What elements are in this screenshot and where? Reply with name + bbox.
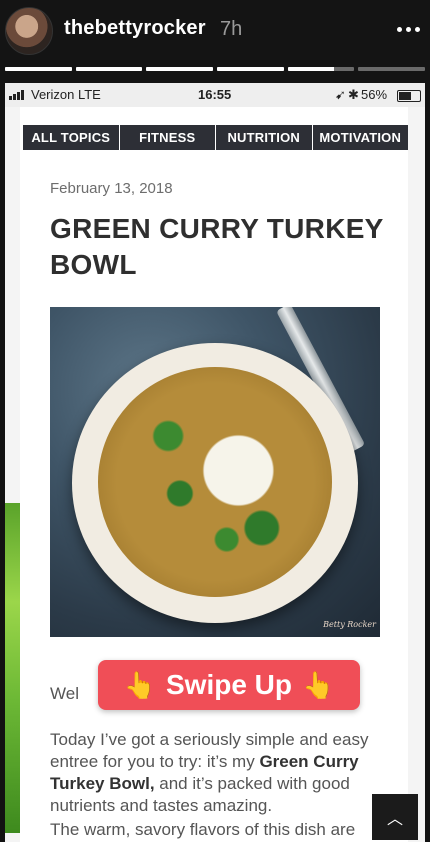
nav-menu: ALL TOPICS FITNESS NUTRITION MOTIVATION xyxy=(23,125,408,150)
status-bar: Verizon LTE 16:55 ➹ ✱ 56% xyxy=(5,83,425,107)
carrier: Verizon LTE xyxy=(31,87,101,102)
battery-icon xyxy=(397,90,421,102)
nav-nutrition[interactable]: NUTRITION xyxy=(216,125,313,150)
recipe-photo: Betty Rocker xyxy=(50,307,380,637)
nav-fitness[interactable]: FITNESS xyxy=(120,125,216,150)
story-header: thebettyrocker 7h xyxy=(0,0,430,90)
story-progress xyxy=(5,67,426,71)
swipe-up-label: Swipe Up xyxy=(165,669,292,700)
more-icon[interactable] xyxy=(394,15,422,43)
story-progress-segment xyxy=(217,67,284,71)
photo-watermark: Betty Rocker xyxy=(323,620,376,629)
plant-leaf xyxy=(5,503,21,833)
swipe-up-button[interactable]: 👆 Swipe Up 👆 xyxy=(98,660,360,710)
location-icon: ➹ xyxy=(335,87,346,102)
pointing-up-hand-icon: 👆 xyxy=(123,669,156,700)
story-progress-segment xyxy=(75,67,143,71)
signal-icon xyxy=(9,90,24,100)
story-progress-segment xyxy=(146,67,214,71)
story-time: 7h xyxy=(220,18,243,40)
battery-percent: 56% xyxy=(361,87,388,102)
bluetooth-icon: ✱ xyxy=(348,87,359,102)
avatar[interactable] xyxy=(5,7,53,55)
paragraph-1: Today I’ve got a seriously simple and ea… xyxy=(50,729,390,817)
post-date: February 13, 2018 xyxy=(50,180,173,197)
clock: 16:55 xyxy=(198,87,232,102)
post-title: GREEN CURRY TURKEY BOWL xyxy=(50,213,384,280)
chevron-up-icon: ︿ xyxy=(386,811,403,828)
screenshot-phone: Verizon LTE 16:55 ➹ ✱ 56% ALL TOPICS FIT… xyxy=(5,83,425,842)
blog-content: ALL TOPICS FITNESS NUTRITION MOTIVATION … xyxy=(20,107,418,842)
nav-all-topics[interactable]: ALL TOPICS xyxy=(23,125,120,150)
story-progress-segment xyxy=(5,67,72,71)
story-progress-segment xyxy=(287,67,355,71)
paragraph-2: The warm, savory flavors of this dish ar… xyxy=(50,820,356,839)
pointing-up-hand-icon: 👆 xyxy=(302,669,335,700)
nav-motivation[interactable]: MOTIVATION xyxy=(313,125,409,150)
story-username[interactable]: thebettyrocker xyxy=(64,17,206,40)
scroll-to-top-button[interactable]: ︿ xyxy=(372,794,418,840)
intro-text-partial: Wel xyxy=(50,684,79,703)
story-progress-segment xyxy=(358,67,426,71)
food xyxy=(98,367,332,597)
